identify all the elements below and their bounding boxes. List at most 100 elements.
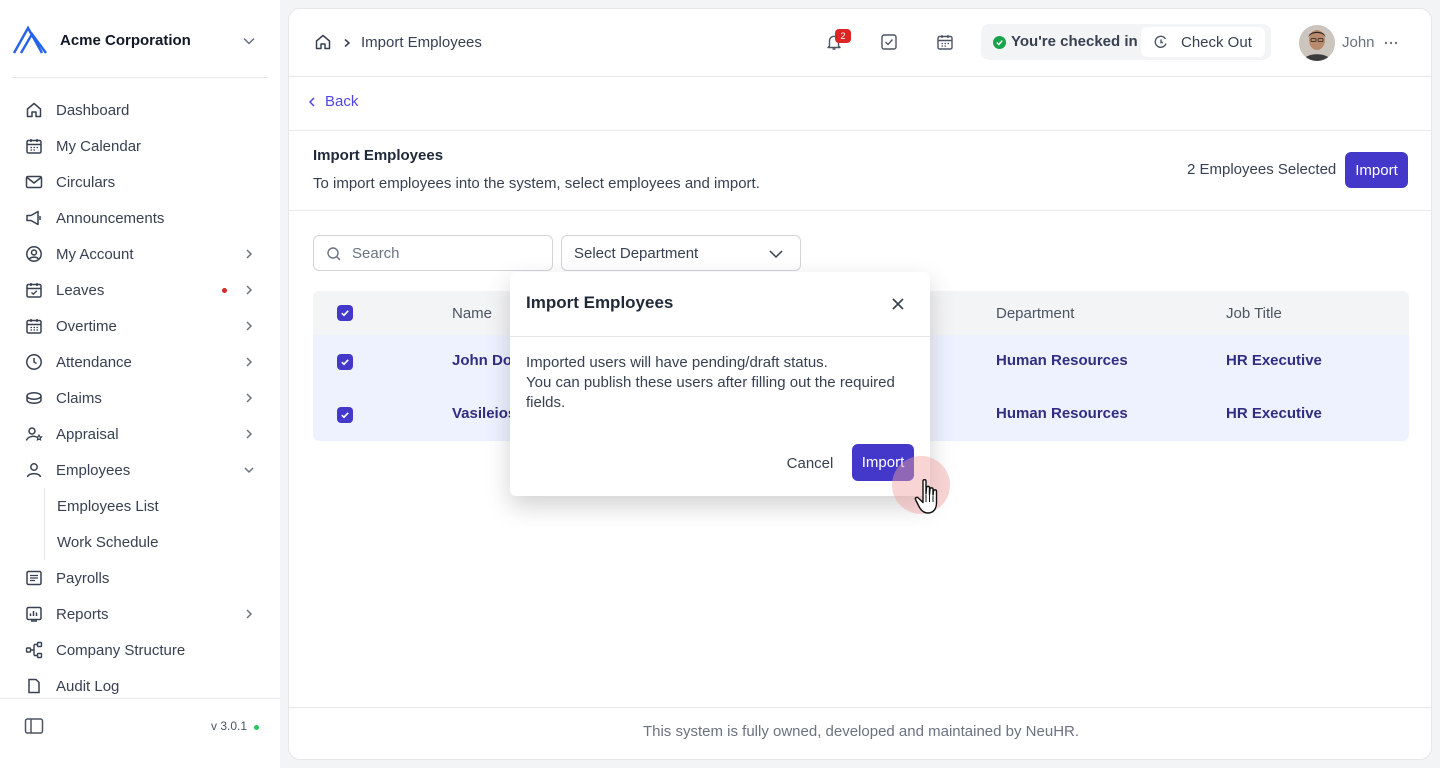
sidebar-item-claims[interactable]: Claims <box>12 380 268 416</box>
sidebar-item-reports[interactable]: Reports <box>12 596 268 632</box>
sidebar-item-label: Attendance <box>56 353 132 371</box>
row-checkbox[interactable] <box>337 354 353 370</box>
search-field[interactable] <box>313 235 553 271</box>
sidebar-item-label: Company Structure <box>56 641 186 659</box>
sidebar-item-payrolls[interactable]: Payrolls <box>12 560 268 596</box>
sidebar-item-leaves[interactable]: Leaves <box>12 272 268 308</box>
column-header-name[interactable]: Name <box>452 305 492 322</box>
task-check-icon[interactable] <box>880 33 898 51</box>
search-icon <box>326 246 342 262</box>
column-header-job-title[interactable]: Job Title <box>1226 305 1282 322</box>
sidebar-item-company-structure[interactable]: Company Structure <box>12 632 268 668</box>
avatar[interactable] <box>1299 25 1335 61</box>
sidebar-subitem-work-schedule[interactable]: Work Schedule <box>45 524 265 560</box>
dialog-body: Imported users will have pending/draft s… <box>526 353 916 413</box>
chevron-right-icon <box>242 607 256 621</box>
cell-job-title: HR Executive <box>1226 352 1322 369</box>
chevron-right-icon <box>242 391 256 405</box>
report-icon <box>24 604 44 624</box>
sidebar: Acme Corporation Dashboard My Calendar C… <box>0 0 280 768</box>
clock-icon <box>24 352 44 372</box>
notification-badge: 2 <box>835 29 851 43</box>
user-circle-icon <box>24 244 44 264</box>
back-link[interactable]: Back <box>307 93 358 110</box>
sidebar-item-employees[interactable]: Employees <box>12 452 268 488</box>
sidebar-item-appraisal[interactable]: Appraisal <box>12 416 268 452</box>
sidebar-subitem-employees-list[interactable]: Employees List <box>45 488 265 524</box>
home-icon <box>24 100 44 120</box>
sidebar-item-attendance[interactable]: Attendance <box>12 344 268 380</box>
checkout-icon <box>1153 34 1169 50</box>
sidebar-item-label: Announcements <box>56 209 165 227</box>
footer-text: This system is fully owned, developed an… <box>642 723 1080 740</box>
sidebar-item-label: Employees <box>56 461 131 479</box>
status-dot <box>254 725 259 730</box>
department-select[interactable]: Select Department <box>561 235 801 271</box>
column-header-department[interactable]: Department <box>996 305 1074 322</box>
check-circle-icon <box>993 36 1006 49</box>
notification-dot <box>222 288 227 293</box>
sidebar-item-label: Reports <box>56 605 109 623</box>
check-out-button[interactable]: Check Out <box>1141 27 1265 57</box>
close-icon[interactable] <box>890 296 906 312</box>
cell-name: Vasileios <box>452 405 517 422</box>
search-input[interactable] <box>352 243 542 263</box>
checkin-status-text: You're checked in <box>1011 33 1138 50</box>
user-name[interactable]: John <box>1342 34 1375 51</box>
chevron-left-icon <box>307 96 317 108</box>
app-version: v 3.0.1 <box>211 719 248 733</box>
calendar-icon[interactable] <box>936 33 954 51</box>
sidebar-subitem-label: Employees List <box>57 497 159 515</box>
audit-icon <box>24 676 44 696</box>
cancel-button[interactable]: Cancel <box>780 445 840 481</box>
megaphone-icon <box>24 208 44 228</box>
row-checkbox[interactable] <box>337 407 353 423</box>
divider <box>510 336 930 337</box>
hand-pointer-icon <box>913 478 949 518</box>
chevron-right-icon <box>242 319 256 333</box>
org-switcher[interactable]: Acme Corporation <box>0 0 280 80</box>
checkin-status-panel: You're checked in Check Out <box>981 24 1271 60</box>
sidebar-toggle-icon[interactable] <box>24 717 44 735</box>
calendar-icon <box>24 136 44 156</box>
breadcrumb-current: Import Employees <box>361 34 482 51</box>
sidebar-item-dashboard[interactable]: Dashboard <box>12 92 268 128</box>
chevron-down-icon <box>768 248 784 260</box>
coins-icon <box>24 388 44 408</box>
import-button[interactable]: Import <box>1345 152 1408 188</box>
cell-department: Human Resources <box>996 405 1128 422</box>
sidebar-item-circulars[interactable]: Circulars <box>12 164 268 200</box>
department-select-value: Select Department <box>574 244 699 262</box>
dialog-title: Import Employees <box>526 293 674 312</box>
receipt-icon <box>24 568 44 588</box>
select-all-checkbox[interactable] <box>337 305 353 321</box>
sidebar-item-label: Overtime <box>56 317 117 335</box>
more-horizontal-icon[interactable] <box>1383 35 1399 51</box>
divider <box>12 77 268 78</box>
back-label: Back <box>325 93 359 110</box>
sidebar-item-overtime[interactable]: Overtime <box>12 308 268 344</box>
user-icon <box>24 460 44 480</box>
chevron-right-icon <box>342 38 352 48</box>
sidebar-item-label: Leaves <box>56 281 105 299</box>
org-name: Acme Corporation <box>60 31 191 49</box>
sidebar-item-my-account[interactable]: My Account <box>12 236 268 272</box>
chevron-right-icon <box>242 427 256 441</box>
cell-job-title: HR Executive <box>1226 405 1322 422</box>
sidebar-item-label: Dashboard <box>56 101 130 119</box>
dialog-body-line: Imported users will have pending/draft s… <box>526 354 828 371</box>
sidebar-item-announcements[interactable]: Announcements <box>12 200 268 236</box>
dialog-body-line: You can publish these users after fillin… <box>526 374 895 411</box>
org-chart-icon <box>24 640 44 660</box>
home-icon[interactable] <box>314 33 332 51</box>
sidebar-item-label: Claims <box>56 389 102 407</box>
user-star-icon <box>24 424 44 444</box>
chevron-down-icon[interactable] <box>240 32 258 50</box>
sidebar-item-label: Circulars <box>56 173 116 191</box>
sidebar-item-label: My Calendar <box>56 137 142 155</box>
sidebar-item-label: Payrolls <box>56 569 110 587</box>
sidebar-item-my-calendar[interactable]: My Calendar <box>12 128 268 164</box>
sidebar-subitem-label: Work Schedule <box>57 533 159 551</box>
chevron-right-icon <box>242 283 256 297</box>
chevron-down-icon <box>242 463 256 477</box>
